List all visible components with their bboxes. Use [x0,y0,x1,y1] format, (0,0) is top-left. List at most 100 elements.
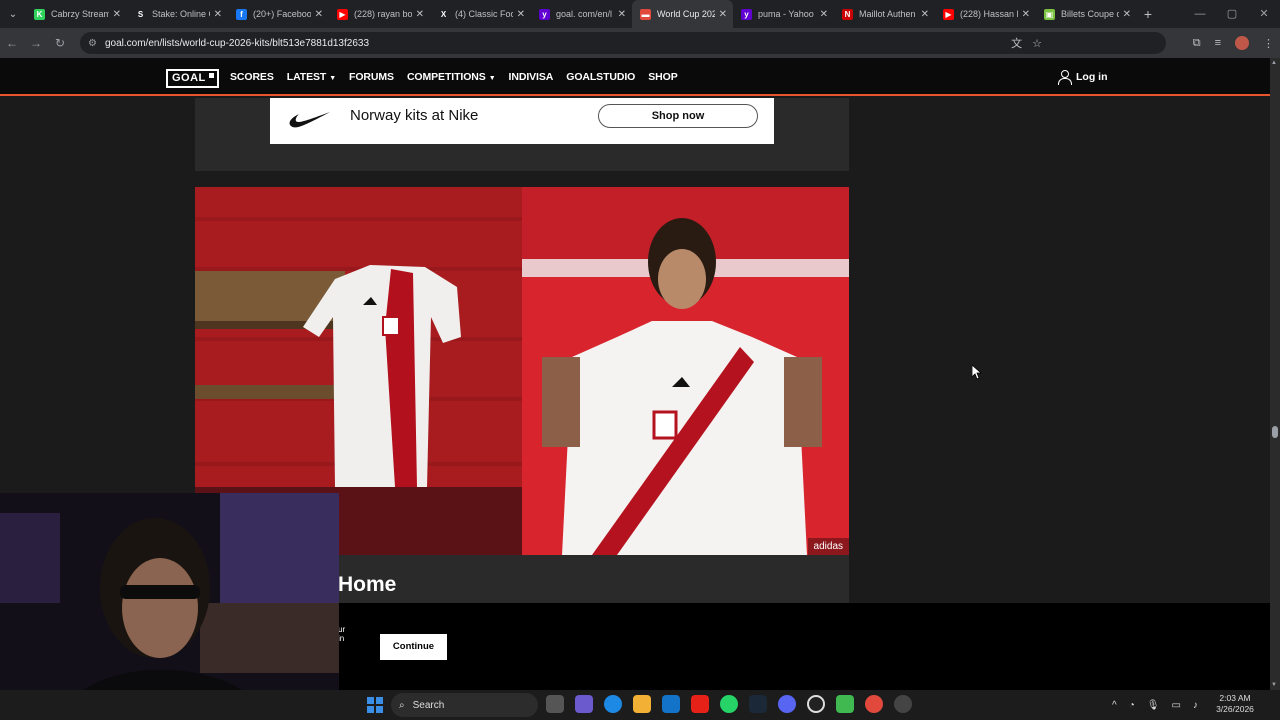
section-separator [195,171,849,187]
clock-date: 3/26/2026 [1216,704,1254,714]
volume-icon[interactable]: ♪ [1193,700,1198,711]
new-tab-button[interactable]: + [1137,6,1159,22]
obs-icon[interactable] [807,695,825,713]
nav-item-latest[interactable]: LATEST ▼ [287,71,336,83]
browser-tab[interactable]: ▬ World Cup 202 ✕ [632,0,733,28]
tab-close-icon[interactable]: ✕ [416,9,424,20]
section-heading: Home [338,573,397,596]
browser-tab[interactable]: y goal. com/en/l ✕ [531,0,632,28]
bookmark-star-icon[interactable]: ☆ [1032,37,1042,50]
player-photo [522,187,849,555]
browser-tab[interactable]: ▶ (228) Hassan E ✕ [935,0,1036,28]
browser-tab[interactable]: ▶ (228) rayan bo ✕ [329,0,430,28]
browser-extensions: ⧉ ≡ ⋮ [1193,28,1274,58]
file-explorer-icon[interactable] [633,695,651,713]
nav-item-label: LATEST [286,71,327,83]
site-info-icon[interactable]: ⚙ [88,38,97,49]
tab-close-icon[interactable]: ✕ [921,9,929,20]
tab-title: puma - Yahoo [758,9,814,19]
reload-icon[interactable]: ↻ [48,36,72,50]
tab-favicon-icon: N [842,8,853,20]
tray-chevron-icon[interactable]: ^ [1112,700,1117,711]
nav-item-goalstudio[interactable]: GOALSTUDIO [566,71,635,83]
tab-close-icon[interactable]: ✕ [1123,9,1131,20]
page-scrollbar[interactable]: ▲ ▼ [1270,58,1280,690]
extensions-icon[interactable]: ⧉ [1193,37,1201,50]
shop-promo: Norway kits at Nike Shop now [270,98,774,144]
shop-now-button[interactable]: Shop now [598,104,758,128]
forward-icon[interactable]: → [24,36,48,50]
windows-start-icon[interactable] [367,697,383,713]
taskbar-clock[interactable]: 2:03 AM 3/26/2026 [1210,693,1260,715]
mouse-cursor-icon [972,365,982,380]
tab-title: Billets Coupe d [1061,9,1119,19]
os-taskbar: ⌕ Search ^ ◔ 🎙 ▭ ♪ 2:03 AM 3/26/2026 [0,690,1280,720]
tab-title: (228) rayan bo [354,9,412,19]
address-bar[interactable]: ⚙ goal.com/en/lists/world-cup-2026-kits/… [80,32,1166,54]
steam-icon[interactable] [749,695,767,713]
browser-tab[interactable]: f (20+) Faceboo ✕ [228,0,329,28]
maximize-icon[interactable]: ▢ [1216,0,1248,28]
profile-avatar[interactable] [1235,36,1249,50]
nike-swoosh-icon [289,112,330,128]
nav-item-scores[interactable]: SCORES [230,71,274,83]
back-icon[interactable]: ← [0,36,24,50]
network-icon[interactable]: ▭ [1171,700,1180,711]
nav-item-forums[interactable]: FORUMS [349,71,394,83]
tab-favicon-icon: X [438,8,449,20]
minimize-icon[interactable]: — [1184,0,1216,28]
youtube-icon[interactable] [691,695,709,713]
tab-title: Cabrzy Stream [51,9,109,19]
tab-close-icon[interactable]: ✕ [820,9,828,20]
translate-icon[interactable]: 文 [1011,35,1022,51]
outlook-icon[interactable] [662,695,680,713]
tab-close-icon[interactable]: ✕ [1022,9,1030,20]
tray-sync-icon[interactable]: ◔ [1129,700,1135,711]
continue-button[interactable]: Continue [380,634,447,660]
taskbar-search[interactable]: ⌕ Search [391,693,538,717]
tab-close-icon[interactable]: ✕ [214,9,222,20]
browser-tab[interactable]: S Stake: Online C ✕ [127,0,228,28]
task-view-icon[interactable] [546,695,564,713]
login-link[interactable]: Log in [1058,70,1108,85]
scroll-up-icon[interactable]: ▲ [1271,60,1277,66]
media-player-icon[interactable] [836,695,854,713]
tab-search-icon[interactable]: ⌄ [0,0,26,28]
browser-tab[interactable]: N Maillot Authen ✕ [834,0,935,28]
nav-item-label: SCORES [230,71,274,83]
chrome-icon[interactable] [865,695,883,713]
webcam-overlay [0,493,339,720]
tab-close-icon[interactable]: ✕ [618,9,626,20]
goal-logo[interactable]: GOAL [166,69,219,88]
clock-time: 2:03 AM [1219,693,1251,703]
browser-tab[interactable]: y puma - Yahoo ✕ [733,0,834,28]
scroll-down-icon[interactable]: ▼ [1271,682,1277,688]
chevron-down-icon: ▼ [329,75,337,82]
whatsapp-icon[interactable] [720,695,738,713]
media-icon[interactable]: ≡ [1215,37,1221,49]
tab-title: (228) Hassan E [960,9,1018,19]
browser-tab[interactable]: K Cabrzy Stream ✕ [26,0,127,28]
nav-item-shop[interactable]: SHOP [648,71,677,83]
edge-icon[interactable] [604,695,622,713]
nav-item-competitions[interactable]: COMPETITIONS ▼ [407,71,496,83]
browser-tab[interactable]: X (4) Classic Foo ✕ [430,0,531,28]
tab-close-icon[interactable]: ✕ [719,9,727,20]
nav-item-label: FORUMS [349,71,394,83]
teams-icon[interactable] [575,695,593,713]
url-text: goal.com/en/lists/world-cup-2026-kits/bl… [104,37,370,49]
close-window-icon[interactable]: ✕ [1248,0,1280,28]
microphone-icon[interactable]: 🎙 [1147,700,1160,711]
discord-icon[interactable] [778,695,796,713]
nav-item-label: SHOP [648,71,678,83]
tab-favicon-icon: S [135,8,146,20]
menu-kebab-icon[interactable]: ⋮ [1263,37,1274,50]
tab-favicon-icon: ▶ [943,8,954,20]
tab-close-icon[interactable]: ✕ [517,9,525,20]
tab-close-icon[interactable]: ✕ [113,9,121,20]
settings-app-icon[interactable] [894,695,912,713]
scrollbar-thumb[interactable] [1272,426,1278,438]
nav-item-indivisa[interactable]: INDIVISA [509,71,554,83]
browser-tab[interactable]: ▣ Billets Coupe d ✕ [1036,0,1137,28]
tab-close-icon[interactable]: ✕ [315,9,323,20]
